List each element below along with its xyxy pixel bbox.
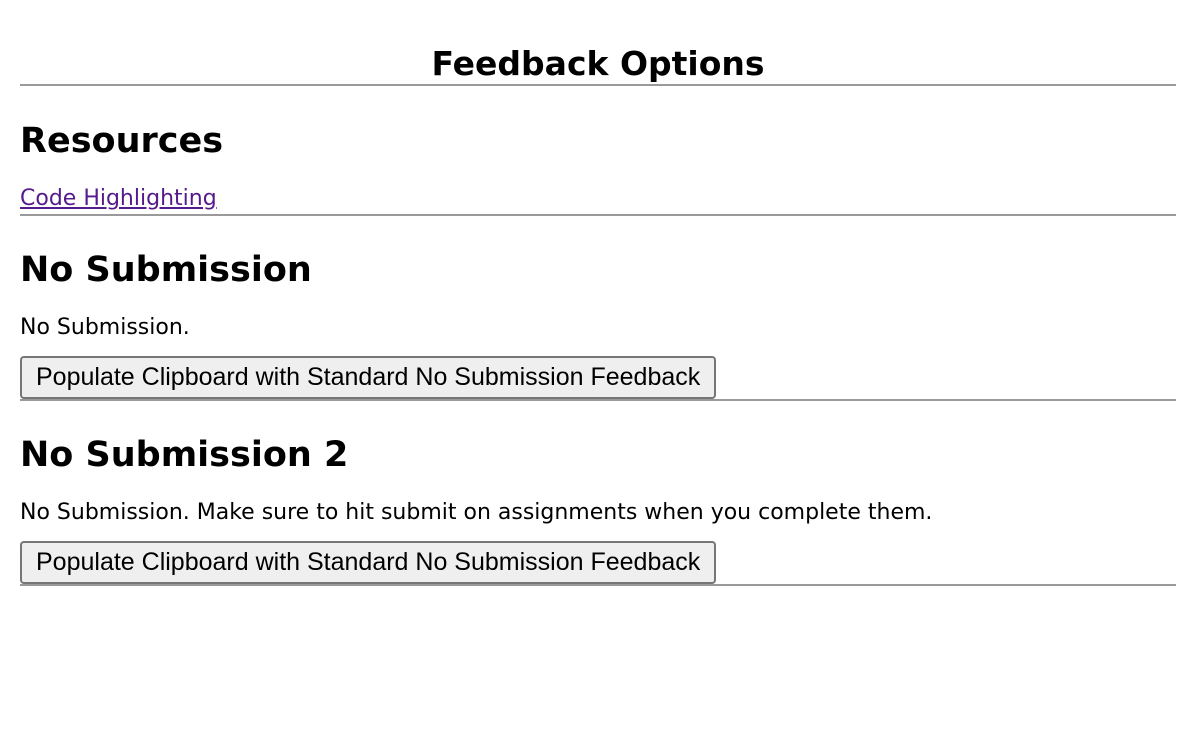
populate-clipboard-button[interactable]: Populate Clipboard with Standard No Subm… <box>20 541 717 584</box>
populate-clipboard-button[interactable]: Populate Clipboard with Standard No Subm… <box>20 356 717 399</box>
no-submission-section: No Submission No Submission. Populate Cl… <box>20 249 1176 399</box>
section-description: No Submission. <box>20 315 190 340</box>
section-description: No Submission. Make sure to hit submit o… <box>20 500 933 525</box>
resources-section: Resources Code Highlighting <box>20 120 1176 214</box>
divider <box>20 84 1176 86</box>
divider <box>20 214 1176 216</box>
code-highlighting-link[interactable]: Code Highlighting <box>20 184 217 214</box>
section-heading: No Submission <box>20 250 312 290</box>
resources-heading: Resources <box>20 121 224 161</box>
divider <box>20 584 1176 586</box>
feedback-options-page: Feedback Options Resources Code Highligh… <box>0 0 1188 586</box>
no-submission-2-section: No Submission 2 No Submission. Make sure… <box>20 434 1176 584</box>
page-title: Feedback Options <box>431 44 765 83</box>
section-heading: No Submission 2 <box>20 435 349 475</box>
divider <box>20 399 1176 401</box>
